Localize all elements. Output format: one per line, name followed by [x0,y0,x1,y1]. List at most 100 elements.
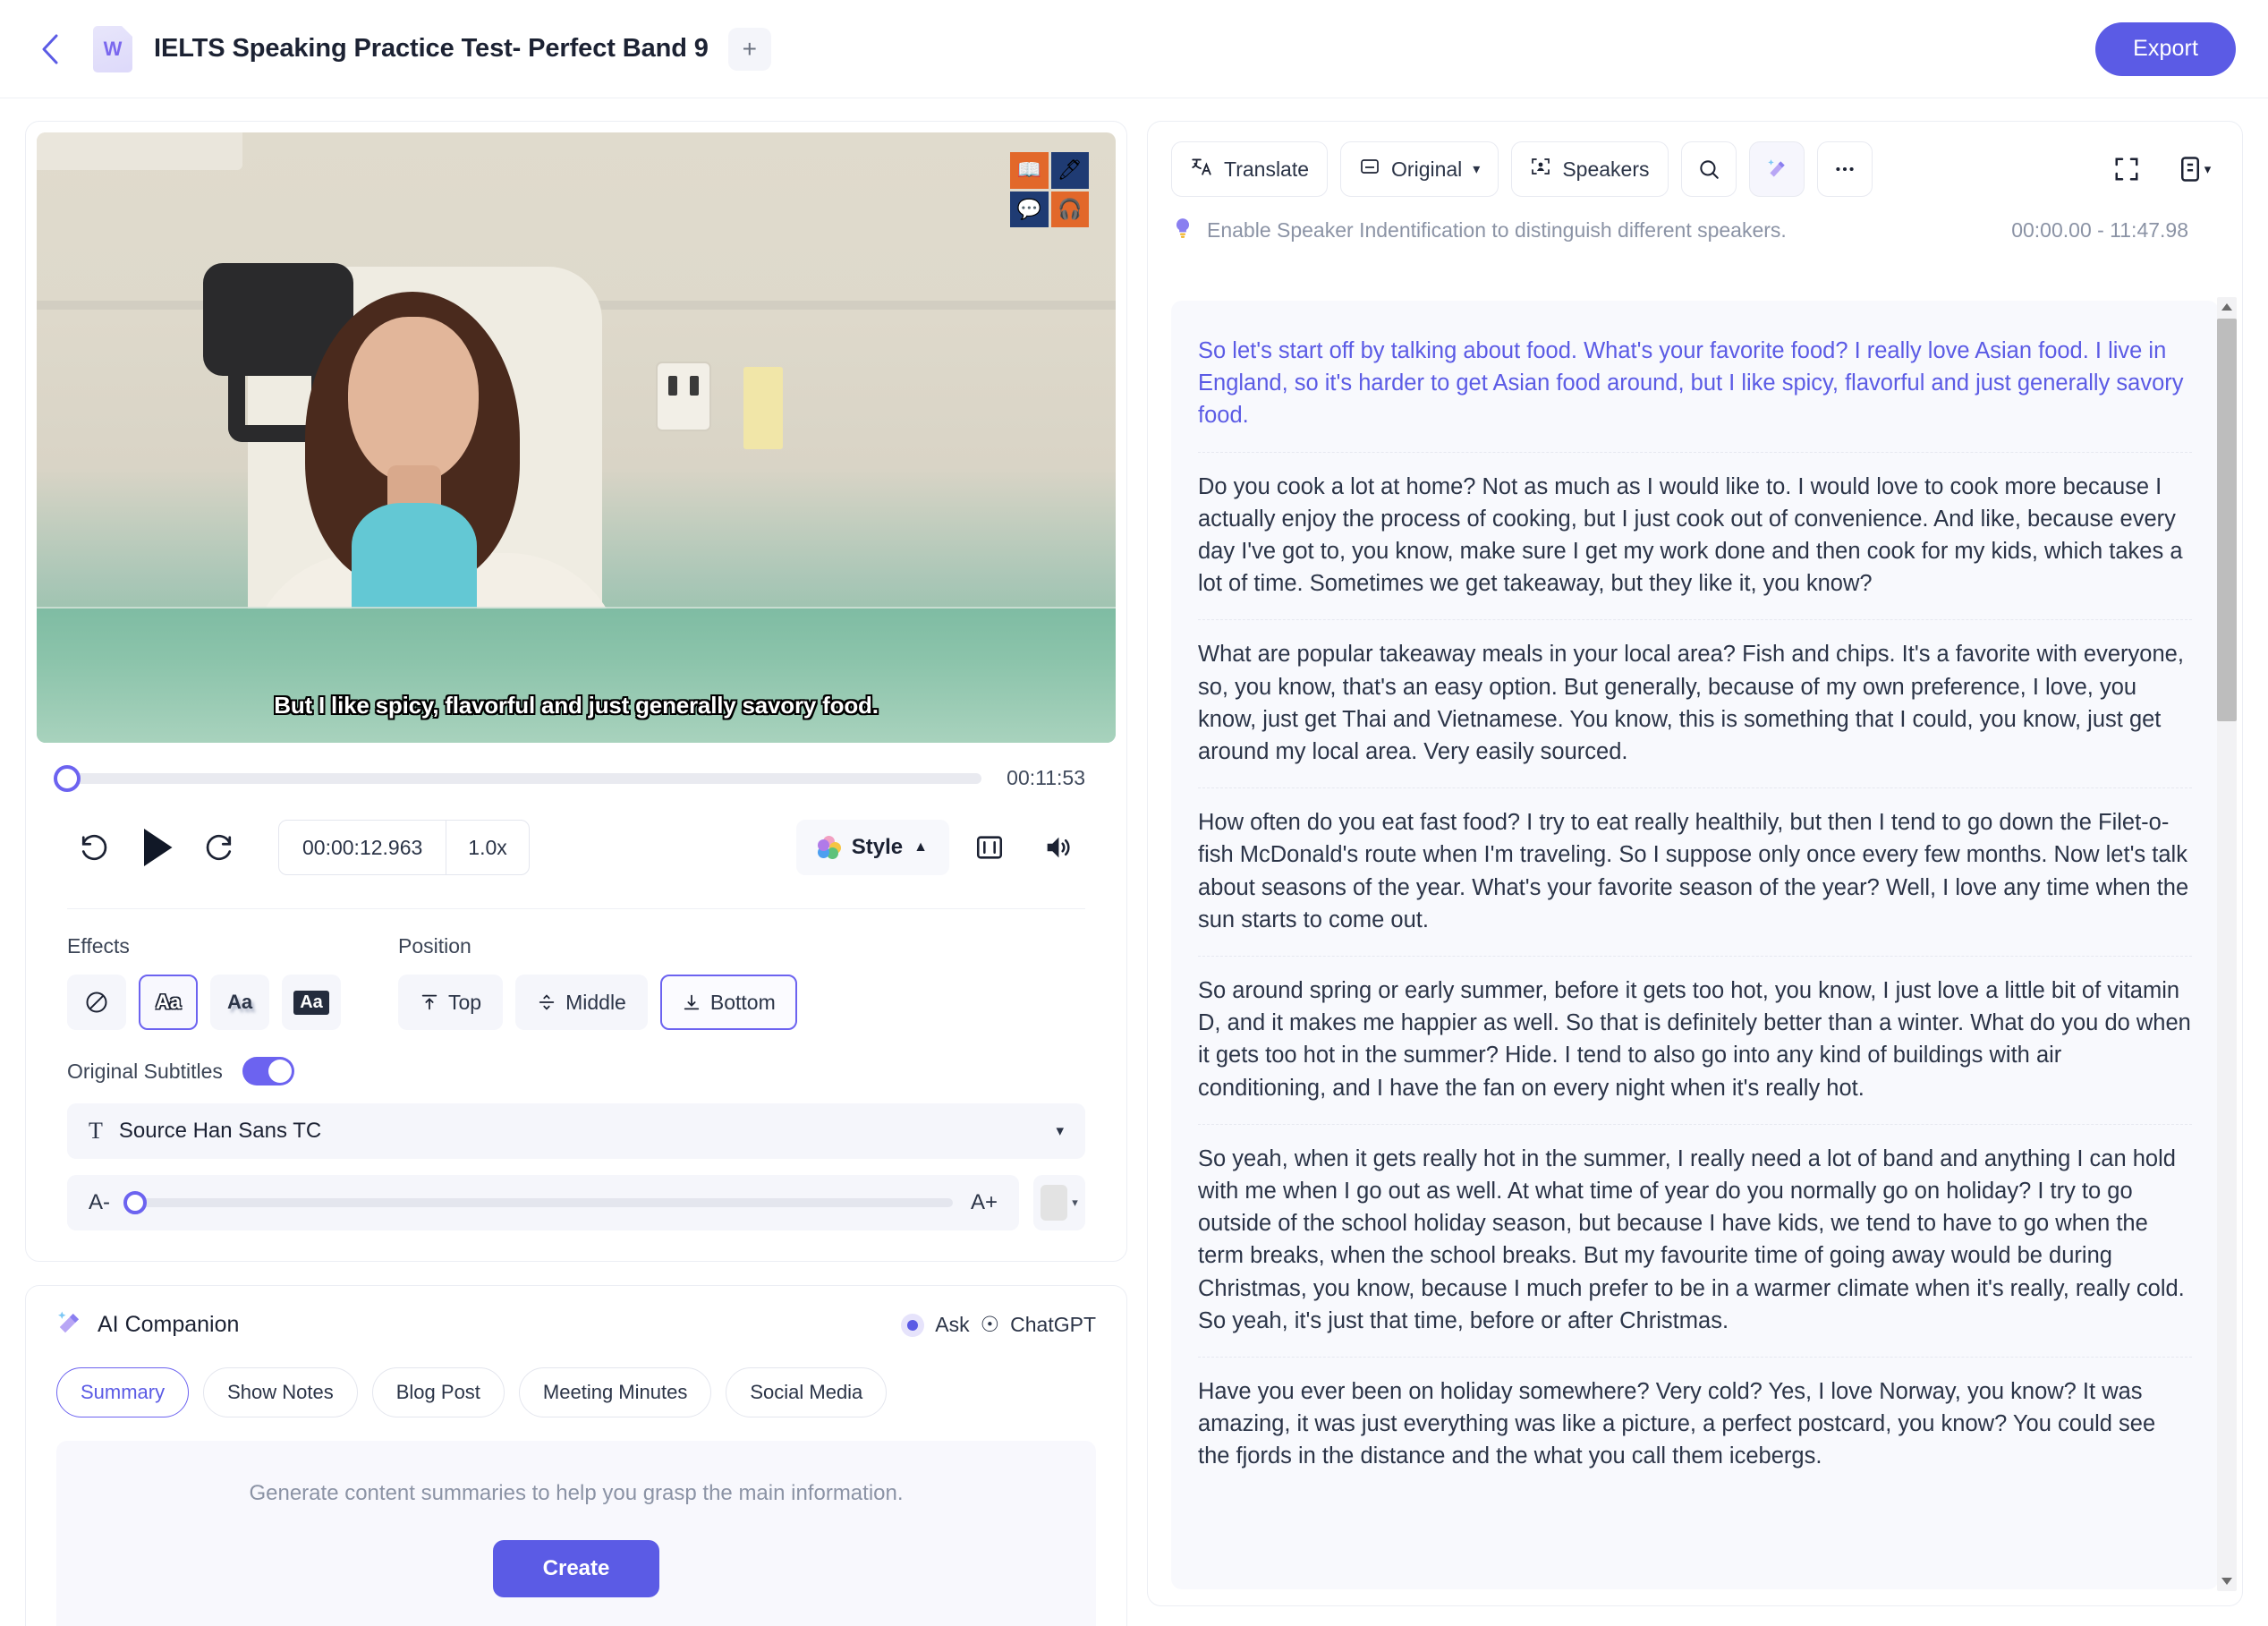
fit-screen-icon[interactable] [962,820,1017,875]
transcript-paragraph[interactable]: How often do you eat fast food? I try to… [1198,788,2192,958]
position-top-button[interactable]: Top [398,975,504,1030]
transcript-scrollbar[interactable] [2217,297,2237,1591]
current-time-input[interactable]: 00:00:12.963 [279,821,446,874]
position-top-label: Top [448,990,482,1014]
ai-companion-header: AI Companion Ask ☉ ChatGPT [56,1309,1096,1341]
position-bottom-button[interactable]: Bottom [659,975,797,1030]
create-button[interactable]: Create [492,1540,660,1597]
original-select[interactable]: Original ▾ [1340,141,1499,197]
search-icon[interactable] [1680,141,1737,197]
play-button[interactable] [123,813,191,881]
subtitle-box-icon [1359,156,1380,183]
effect-shadow-button[interactable]: Aa [210,975,269,1030]
effect-box-button[interactable]: Aa [282,975,341,1030]
add-tab-button[interactable]: + [727,27,771,71]
original-subtitles-block: Original Subtitles T Source Han Sans TC … [37,1030,1116,1261]
export-button[interactable]: Export [2095,21,2236,76]
color-swatch-preview [1041,1185,1068,1221]
total-time-label: 00:11:53 [1007,766,1085,789]
scroll-up-icon[interactable] [2217,297,2237,317]
style-button[interactable]: Style ▲ [795,820,949,875]
font-select[interactable]: T Source Han Sans TC ▾ [67,1103,1085,1159]
font-decrease-label[interactable]: A- [89,1190,110,1215]
font-size-thumb[interactable] [123,1191,147,1214]
transcript-paragraph[interactable]: So let's start off by talking about food… [1198,317,2192,453]
document-export-icon[interactable]: ▾ [2170,145,2219,193]
original-subtitles-toggle[interactable] [242,1057,294,1085]
transcript-paragraph[interactable]: Have you ever been on holiday somewhere?… [1198,1358,2192,1493]
effect-none-button[interactable] [67,975,126,1030]
chevron-up-icon: ▲ [913,839,928,855]
position-middle-label: Middle [565,990,626,1014]
chevron-down-icon: ▾ [1072,1196,1078,1209]
tab-blog-post[interactable]: Blog Post [371,1367,505,1417]
sticky-note [743,367,783,449]
transcript-paragraph[interactable]: Do you cook a lot at home? Not as much a… [1198,453,2192,621]
seek-bar[interactable] [54,764,982,792]
speech-bubbles-icon: 💬 [1010,191,1049,227]
volume-icon[interactable] [1030,820,1085,875]
tab-meeting-minutes[interactable]: Meeting Minutes [518,1367,712,1417]
ask-chatgpt-option[interactable]: Ask ☉ ChatGPT [901,1312,1096,1338]
transcript-paragraph[interactable]: So around spring or early summer, before… [1198,957,2192,1125]
text-format-icon: T [89,1118,103,1144]
ai-companion-card: AI Companion Ask ☉ ChatGPT Summary Show … [25,1285,1127,1626]
font-size-slider[interactable] [123,1191,953,1214]
effect-shadow-glyph: Aa [226,991,253,1013]
wall-socket [656,362,711,431]
translate-button[interactable]: Translate [1171,141,1329,197]
time-box: 00:00:12.963 1.0x [278,820,530,875]
transcript-paragraph[interactable]: What are popular takeaway meals in your … [1198,620,2192,789]
tab-summary[interactable]: Summary [56,1367,190,1417]
ai-companion-title: AI Companion [98,1312,240,1337]
original-subtitles-label: Original Subtitles [67,1059,223,1083]
page-title: IELTS Speaking Practice Test- Perfect Ba… [154,34,709,63]
style-flower-icon [817,836,841,859]
transcript-panel: Translate Original ▾ Speakers ▾ Enable S… [1147,121,2243,1606]
video-subtitle-overlay: But I like spicy, flavorful and just gen… [274,692,879,719]
effect-box-glyph: Aa [293,990,329,1015]
more-horizontal-icon[interactable] [1816,141,1873,197]
tab-social-media[interactable]: Social Media [726,1367,888,1417]
effects-position-row: Effects Aa Aa Aa Position Top Middle Bot… [37,909,1116,1030]
seek-thumb[interactable] [54,764,81,792]
transport-right-group: Style ▲ [795,820,1085,875]
back-icon[interactable] [32,31,68,67]
font-increase-label[interactable]: A+ [971,1190,998,1215]
chevron-down-icon: ▾ [1473,162,1481,177]
transport-controls: 00:00:12.963 1.0x Style ▲ [37,790,1116,908]
transcript-paragraph[interactable]: So yeah, when it gets really hot in the … [1198,1125,2192,1358]
transcript-toolbar: Translate Original ▾ Speakers ▾ [1148,122,2242,197]
scrollbar-thumb[interactable] [2217,319,2237,721]
subtitle-color-picker[interactable]: ▾ [1033,1175,1085,1230]
speakers-label: Speakers [1562,157,1650,181]
provider-label: ChatGPT [1010,1313,1096,1336]
position-group: Position Top Middle Bottom [398,934,797,1030]
player-card: 📖 🖊 💬 🎧 But I like spicy, flavorful and … [25,121,1127,1262]
lightbulb-icon [1171,217,1194,244]
ask-label: Ask [935,1313,970,1336]
tab-show-notes[interactable]: Show Notes [203,1367,358,1417]
effects-title: Effects [67,934,130,958]
font-size-row: A- A+ ▾ [67,1175,1085,1230]
pen-icon: 🖊 [1050,152,1089,189]
video-stage[interactable]: 📖 🖊 💬 🎧 But I like spicy, flavorful and … [37,132,1116,743]
radio-selected-icon [901,1313,925,1337]
speaker-hint-row: Enable Speaker Indentification to distin… [1148,197,2242,244]
rewind-5s-icon[interactable] [67,820,123,875]
position-middle-button[interactable]: Middle [515,975,648,1030]
seek-row: 00:11:53 [37,743,1116,792]
speakers-button[interactable]: Speakers [1511,141,1669,197]
effect-outline-button[interactable]: Aa [139,975,198,1030]
forward-5s-icon[interactable] [191,820,246,875]
expand-icon[interactable] [2102,145,2151,193]
position-title: Position [398,934,471,958]
transcript-body[interactable]: So let's start off by talking about food… [1171,301,2219,1589]
magic-wand-icon [56,1309,83,1341]
playback-speed-select[interactable]: 1.0x [446,821,528,874]
scroll-down-icon[interactable] [2217,1571,2237,1591]
magic-wand-icon[interactable] [1748,141,1805,197]
openai-logo-icon: ☉ [980,1313,1000,1337]
translate-icon [1190,155,1213,183]
headphones-icon: 🎧 [1050,191,1089,227]
